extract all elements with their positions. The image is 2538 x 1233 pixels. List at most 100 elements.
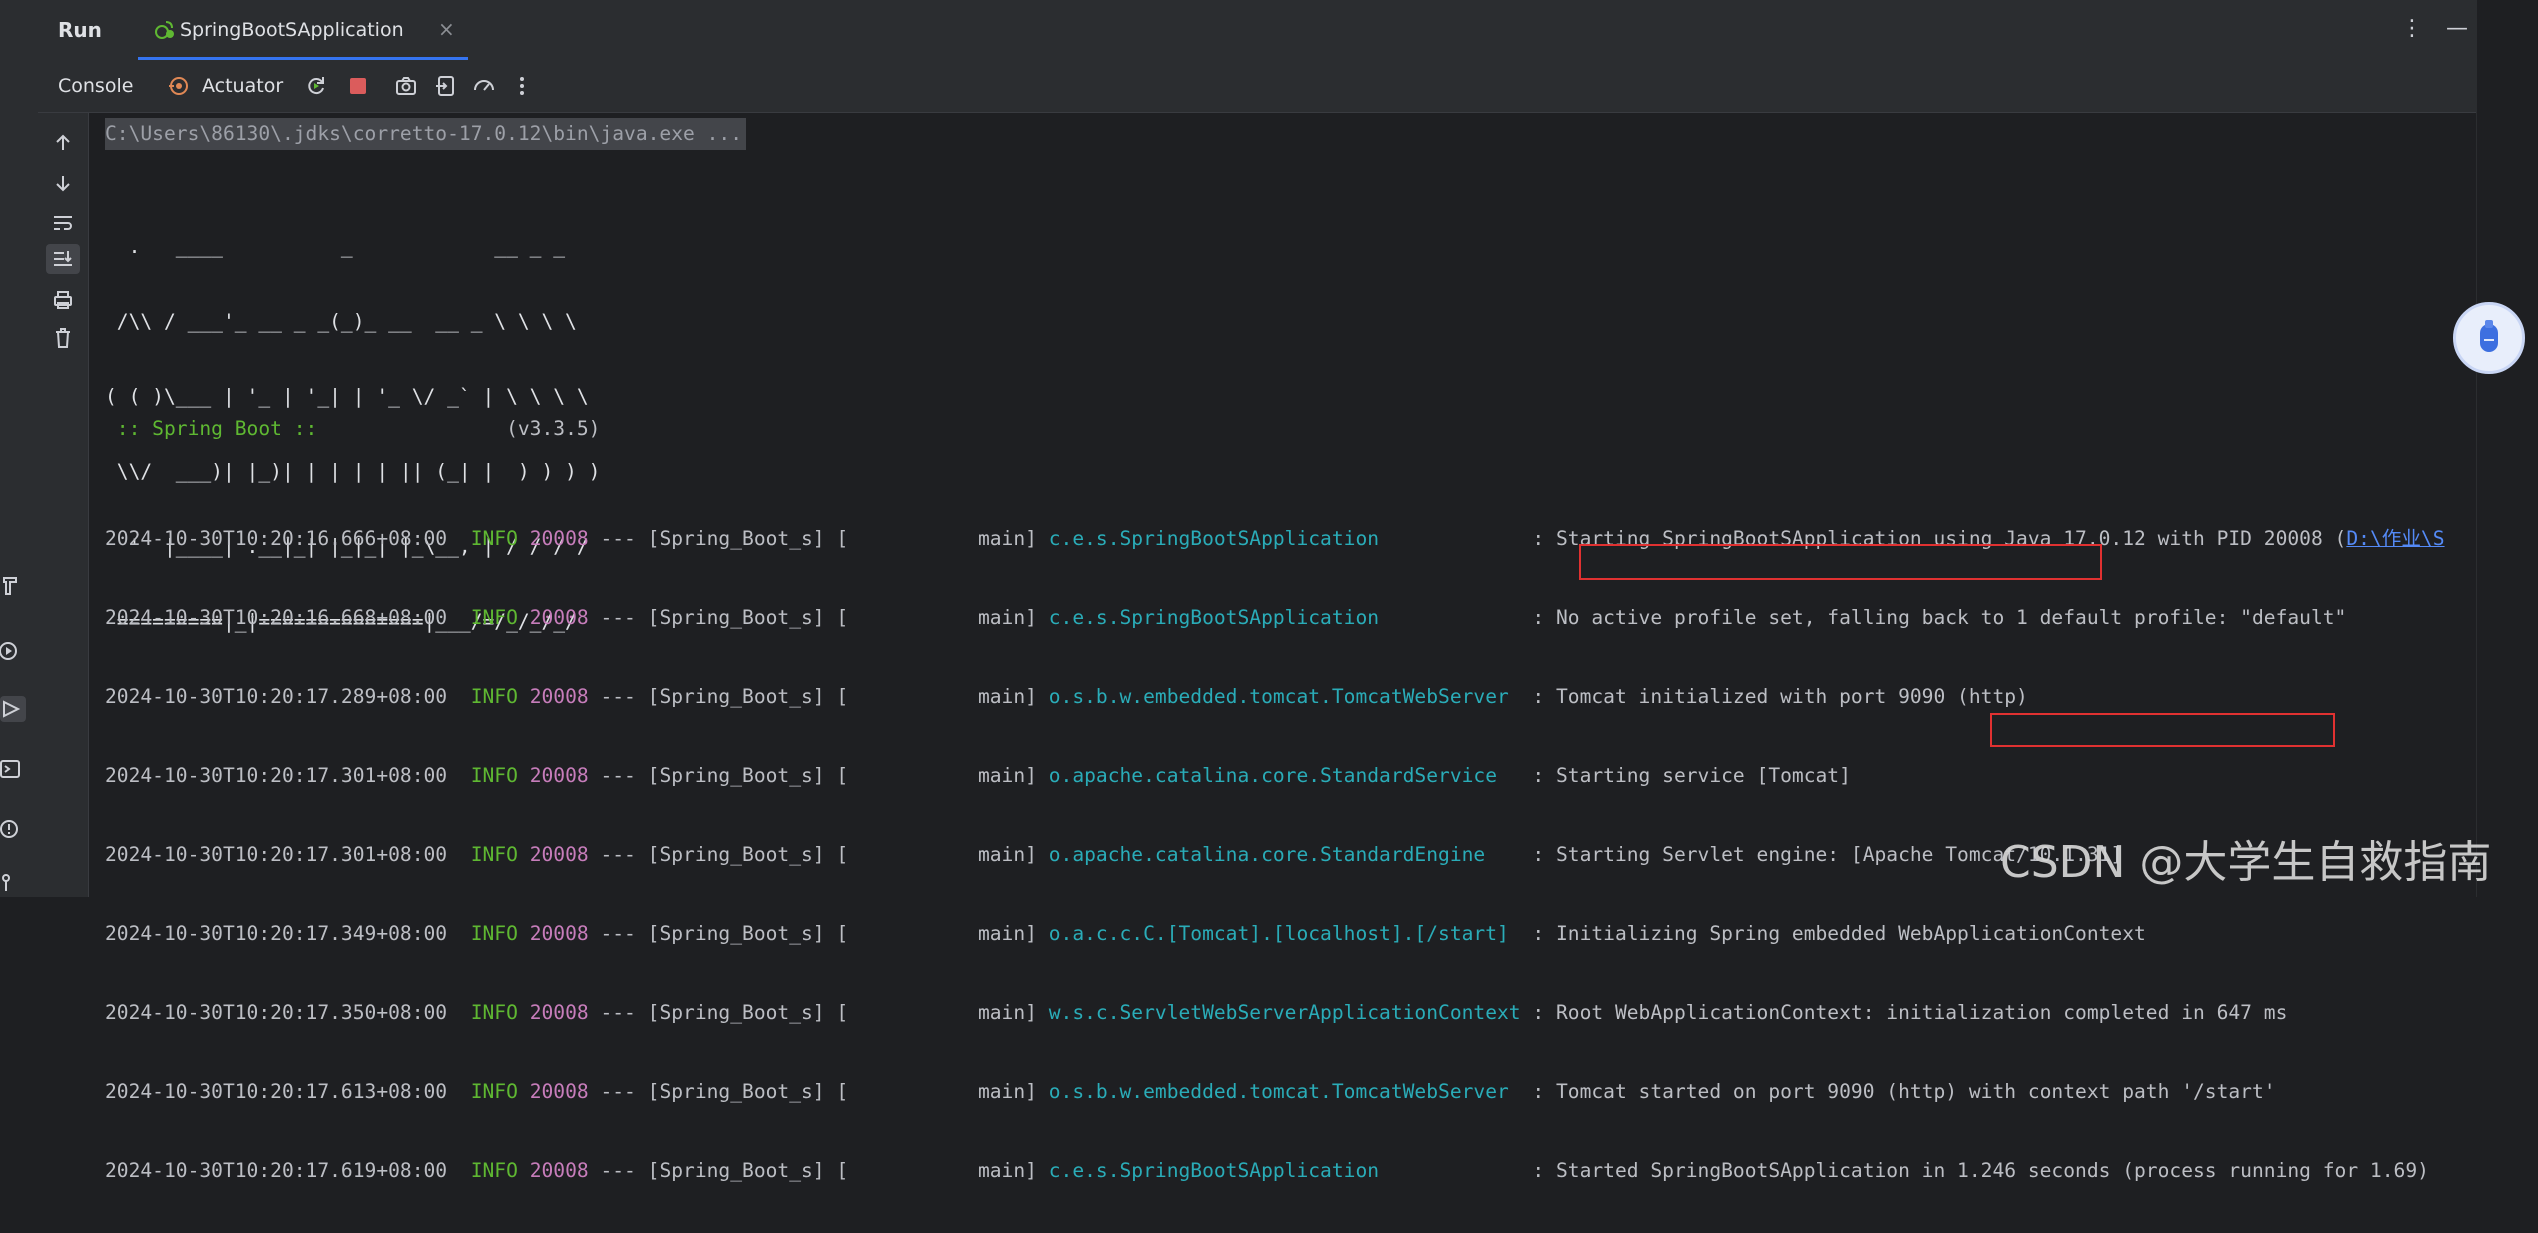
log-pid: 20008	[529, 922, 589, 945]
log-thread: --- [Spring_Boot_s] [ main]	[588, 764, 1049, 787]
floating-plugin-icon[interactable]	[2453, 302, 2525, 374]
log-message: : Starting SpringBootSApplication using …	[1520, 527, 2347, 550]
log-pid: 20008	[529, 1159, 589, 1182]
log-level: INFO	[470, 1080, 518, 1103]
log-line: 2024-10-30T10:20:17.350+08:00 INFO 20008…	[105, 996, 2445, 1029]
log-timestamp: 2024-10-30T10:20:16.668+08:00	[105, 606, 448, 629]
log-pid: 20008	[529, 1080, 589, 1103]
rerun-icon[interactable]	[302, 72, 330, 100]
build-tool-icon[interactable]	[0, 572, 22, 598]
log-logger: o.apache.catalina.core.StandardEngine	[1048, 843, 1521, 866]
log-thread: --- [Spring_Boot_s] [ main]	[588, 606, 1049, 629]
tab-actuator[interactable]: Actuator	[202, 75, 283, 97]
log-level: INFO	[470, 1159, 518, 1182]
log-message: : Root WebApplicationContext: initializa…	[1520, 1001, 2288, 1024]
tab-title: SpringBootSApplication	[180, 19, 404, 41]
command-line[interactable]: C:\Users\86130\.jdks\corretto-17.0.12\bi…	[105, 118, 747, 150]
log-timestamp: 2024-10-30T10:20:17.289+08:00	[105, 685, 448, 708]
run-tool-icon[interactable]	[0, 696, 26, 722]
log-pid: 20008	[529, 1001, 589, 1024]
log-message: : Started SpringBootSApplication in 1.24…	[1520, 1159, 2429, 1182]
log-message: : Tomcat started on port 9090 (http) wit…	[1520, 1080, 2276, 1103]
banner-line: /\\ / ___'_ __ _ _(_)_ __ __ _ \ \ \ \	[105, 310, 577, 333]
log-pid: 20008	[529, 764, 589, 787]
log-timestamp: 2024-10-30T10:20:17.613+08:00	[105, 1080, 448, 1103]
banner-line: ( ( )\___ | '_ | '_| | '_ \/ _` | \ \ \ …	[105, 385, 589, 408]
log-pid: 20008	[529, 843, 589, 866]
log-level: INFO	[470, 1001, 518, 1024]
arrow-down-icon[interactable]	[46, 168, 80, 198]
log-thread: --- [Spring_Boot_s] [ main]	[588, 843, 1049, 866]
run-window-title: Run	[58, 18, 102, 42]
log-line: 2024-10-30T10:20:16.668+08:00 INFO 20008…	[105, 601, 2445, 634]
speedometer-icon[interactable]	[470, 72, 498, 100]
services-tool-icon[interactable]	[0, 638, 22, 664]
log-level: INFO	[470, 685, 518, 708]
log-logger: c.e.s.SpringBootSApplication	[1048, 527, 1521, 550]
banner-line: . ____ _ __ _ _	[105, 235, 566, 258]
log-thread: --- [Spring_Boot_s] [ main]	[588, 1001, 1049, 1024]
log-logger: o.apache.catalina.core.StandardService	[1048, 764, 1521, 787]
tab-console[interactable]: Console	[58, 75, 133, 97]
more-options-icon[interactable]	[508, 72, 536, 100]
log-logger: c.e.s.SpringBootSApplication	[1048, 606, 1521, 629]
soft-wrap-icon[interactable]	[46, 208, 80, 238]
log-level: INFO	[470, 764, 518, 787]
run-window-header: Run SpringBootSApplication × ⋮ —	[38, 0, 2476, 60]
spring-boot-version-line: :: Spring Boot :: (v3.3.5)	[105, 416, 601, 442]
git-tool-icon[interactable]	[0, 870, 22, 896]
log-message: : Tomcat initialized with port 9090 (htt…	[1520, 685, 2028, 708]
log-line: 2024-10-30T10:20:17.289+08:00 INFO 20008…	[105, 680, 2445, 713]
log-message: : Starting service [Tomcat]	[1520, 764, 1851, 787]
log-message: : No active profile set, falling back to…	[1520, 606, 2347, 629]
log-line: 2024-10-30T10:20:17.619+08:00 INFO 20008…	[105, 1154, 2445, 1187]
screenshot-icon[interactable]	[392, 72, 420, 100]
arrow-up-icon[interactable]	[46, 128, 80, 158]
log-pid: 20008	[529, 685, 589, 708]
log-logger: w.s.c.ServletWebServerApplicationContext	[1048, 1001, 1521, 1024]
log-logger: o.s.b.w.embedded.tomcat.TomcatWebServer	[1048, 685, 1521, 708]
log-thread: --- [Spring_Boot_s] [ main]	[588, 685, 1049, 708]
tab-springbootsapplication[interactable]: SpringBootSApplication ×	[138, 0, 468, 60]
log-message: : Initializing Spring embedded WebApplic…	[1520, 922, 2146, 945]
log-timestamp: 2024-10-30T10:20:16.666+08:00	[105, 527, 448, 550]
log-line: 2024-10-30T10:20:17.613+08:00 INFO 20008…	[105, 1075, 2445, 1108]
exit-icon[interactable]	[432, 72, 460, 100]
spring-boot-run-icon	[154, 18, 174, 39]
actuator-icon	[168, 75, 190, 97]
log-logger: c.e.s.SpringBootSApplication	[1048, 1159, 1521, 1182]
trash-icon[interactable]	[46, 323, 80, 353]
watermark: CSDN @大学生自救指南	[2000, 837, 2492, 888]
vertical-scrollbar[interactable]	[2476, 0, 2538, 897]
log-level: INFO	[470, 527, 518, 550]
log-thread: --- [Spring_Boot_s] [ main]	[588, 527, 1049, 550]
left-tool-strip	[0, 0, 39, 897]
log-pid: 20008	[529, 606, 589, 629]
spring-boot-version: (v3.3.5)	[329, 417, 601, 440]
scroll-to-end-icon[interactable]	[46, 244, 80, 274]
log-thread: --- [Spring_Boot_s] [ main]	[588, 922, 1049, 945]
spring-boot-label: :: Spring Boot ::	[105, 417, 330, 440]
log-thread: --- [Spring_Boot_s] [ main]	[588, 1080, 1049, 1103]
more-options-icon[interactable]: ⋮	[2393, 16, 2431, 41]
problems-tool-icon[interactable]	[0, 816, 22, 842]
log-level: INFO	[470, 843, 518, 866]
log-line: 2024-10-30T10:20:17.301+08:00 INFO 20008…	[105, 759, 2445, 792]
log-logger: o.s.b.w.embedded.tomcat.TomcatWebServer	[1048, 1080, 1521, 1103]
log-pid: 20008	[529, 527, 589, 550]
close-icon[interactable]: ×	[438, 17, 455, 41]
log-timestamp: 2024-10-30T10:20:17.301+08:00	[105, 764, 448, 787]
log-level: INFO	[470, 922, 518, 945]
console-gutter	[38, 113, 89, 897]
print-icon[interactable]	[46, 285, 80, 315]
run-toolbar: Console Actuator	[38, 60, 2476, 113]
log-timestamp: 2024-10-30T10:20:17.301+08:00	[105, 843, 448, 866]
log-path-link[interactable]: D:\作业\S	[2346, 527, 2444, 550]
minimize-icon[interactable]: —	[2438, 16, 2476, 41]
terminal-tool-icon[interactable]	[0, 756, 22, 782]
stop-icon[interactable]	[344, 72, 372, 100]
console-output[interactable]: C:\Users\86130\.jdks\corretto-17.0.12\bi…	[105, 113, 2475, 1182]
log-level: INFO	[470, 606, 518, 629]
log-logger: o.a.c.c.C.[Tomcat].[localhost].[/start]	[1048, 922, 1521, 945]
log-line: 2024-10-30T10:20:17.349+08:00 INFO 20008…	[105, 917, 2445, 950]
